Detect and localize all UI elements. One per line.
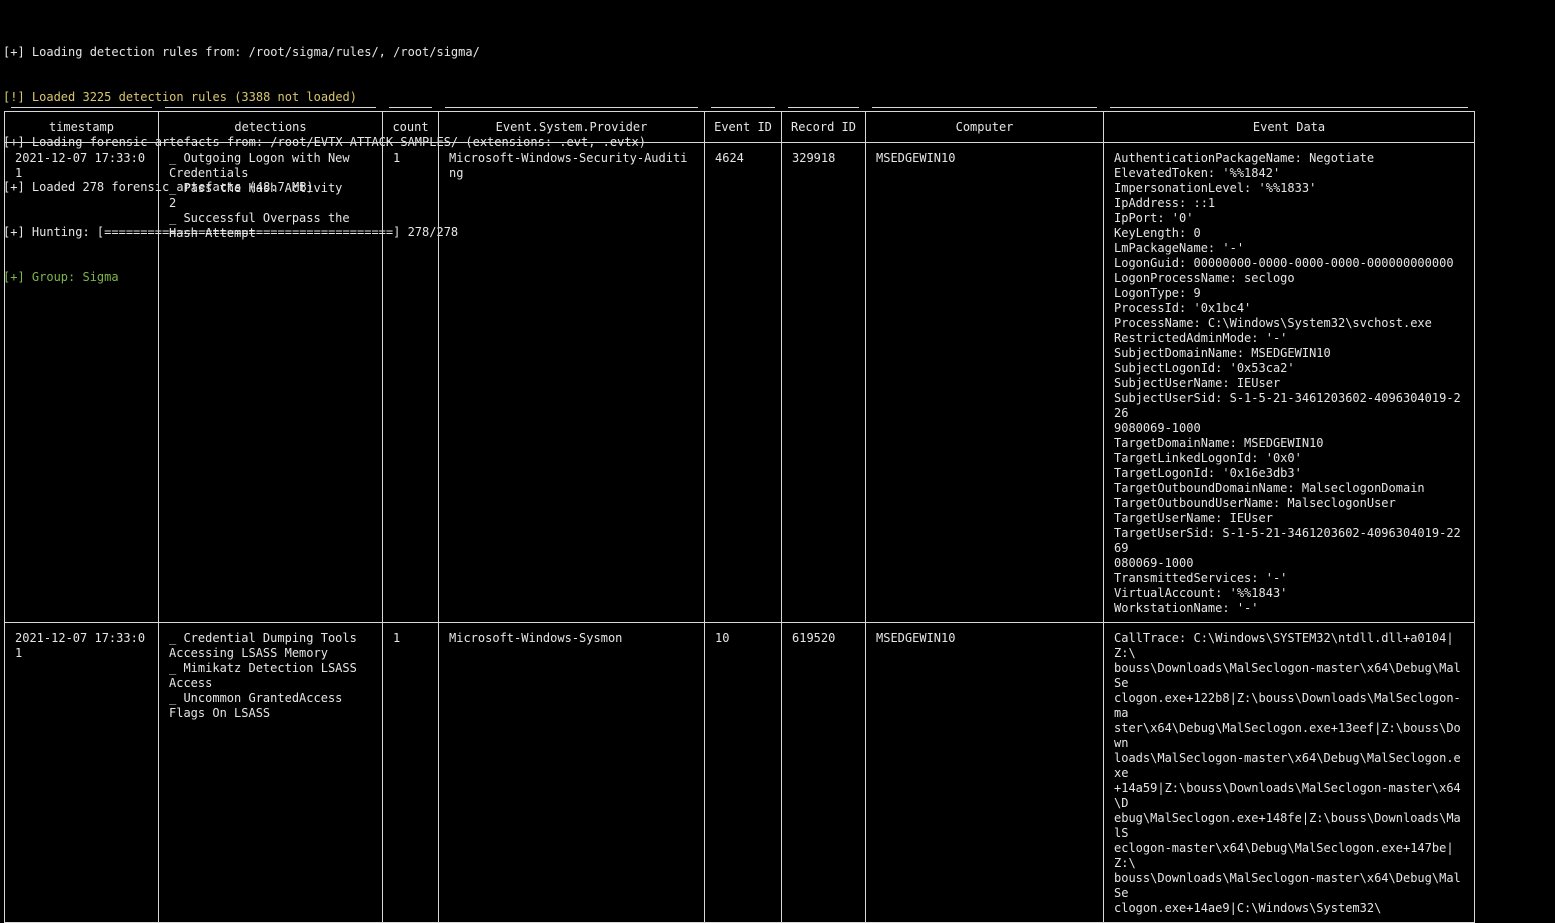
cell-event-id: 4624 (704, 142, 782, 623)
column-header-label: detections (234, 119, 307, 134)
column-header-label: Event Data (1252, 119, 1326, 134)
column-header-provider: Event.System.Provider (438, 107, 705, 143)
column-header-label: Event ID (714, 119, 772, 134)
cell-detections: _ Outgoing Logon with New Credentials _ … (158, 142, 383, 623)
cell-timestamp: 2021-12-07 17:33:01 (4, 622, 159, 923)
column-header-label: Record ID (790, 119, 857, 134)
log-line-loaded-rules-warning: [!] Loaded 3225 detection rules (3388 no… (3, 90, 358, 104)
cell-event-data: CallTrace: C:\Windows\SYSTEM32\ntdll.dll… (1103, 622, 1475, 923)
cell-count: 1 (382, 622, 439, 923)
column-header-count: count (382, 107, 439, 143)
log-line-loading-rules: [+] Loading detection rules from: /root/… (3, 45, 480, 59)
cell-record-id: 619520 (781, 622, 866, 923)
cell-count: 1 (382, 142, 439, 623)
column-header-record-id: Record ID (781, 107, 866, 143)
table-row: 2021-12-07 17:33:01 _ Outgoing Logon wit… (4, 142, 1475, 623)
cell-timestamp: 2021-12-07 17:33:01 (4, 142, 159, 623)
table-header-row: timestamp detections count Event.System.… (4, 107, 1475, 143)
column-header-event-id: Event ID (704, 107, 782, 143)
column-header-event-data: Event Data (1103, 107, 1475, 143)
cell-computer: MSEDGEWIN10 (865, 142, 1104, 623)
results-table: timestamp detections count Event.System.… (4, 107, 1475, 923)
table-row: 2021-12-07 17:33:01 _ Credential Dumping… (4, 622, 1475, 923)
column-header-computer: Computer (865, 107, 1104, 143)
cell-provider: Microsoft-Windows-Sysmon (438, 622, 705, 923)
cell-provider: Microsoft-Windows-Security-Auditing (438, 142, 705, 623)
column-header-label: Event.System.Provider (495, 119, 648, 134)
cell-event-id: 10 (704, 622, 782, 923)
cell-event-data: AuthenticationPackageName: Negotiate Ele… (1103, 142, 1475, 623)
column-header-label: timestamp (48, 119, 115, 134)
column-header-label: Computer (955, 119, 1014, 134)
cell-record-id: 329918 (781, 142, 866, 623)
column-header-timestamp: timestamp (4, 107, 159, 143)
cell-computer: MSEDGEWIN10 (865, 622, 1104, 923)
cell-detections: _ Credential Dumping Tools Accessing LSA… (158, 622, 383, 923)
column-header-label: count (392, 119, 429, 134)
column-header-detections: detections (158, 107, 383, 143)
